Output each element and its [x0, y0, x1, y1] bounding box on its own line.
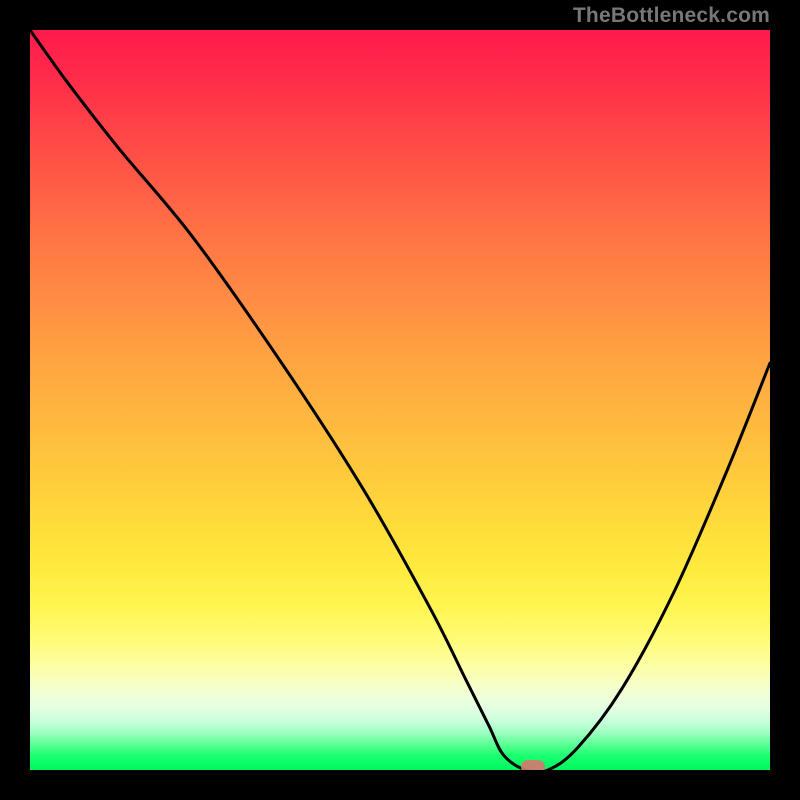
chart-stage: TheBottleneck.com [0, 0, 800, 800]
bottleneck-curve [30, 30, 770, 770]
attribution-label: TheBottleneck.com [573, 4, 770, 28]
optimal-marker [521, 760, 545, 770]
plot-area [30, 30, 770, 770]
